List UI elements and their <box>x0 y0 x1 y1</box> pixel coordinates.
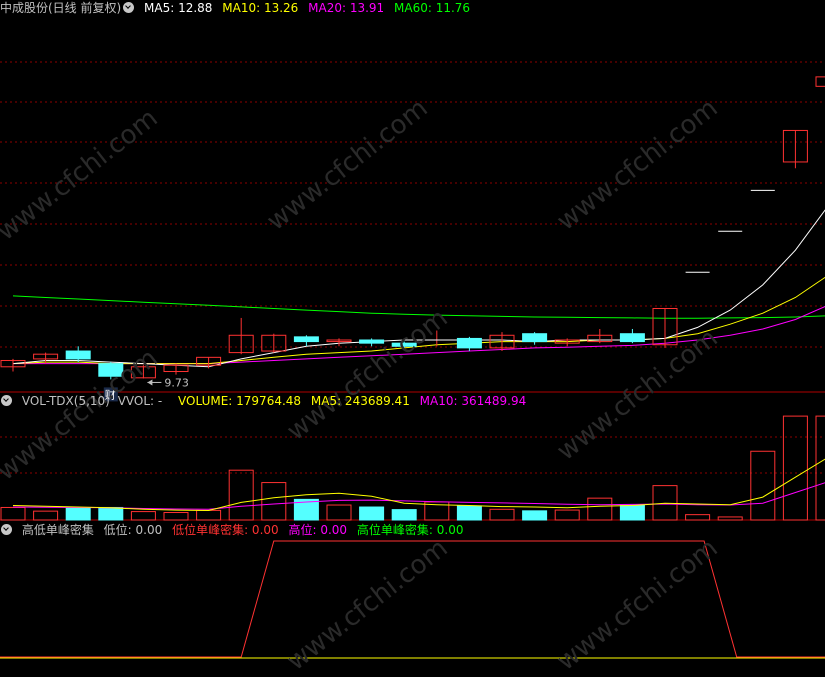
candle-body <box>293 336 319 343</box>
vol-indicator-name: VOL-TDX(5,10) <box>21 394 110 408</box>
low-label: 低位: 0.00 <box>103 523 163 537</box>
volume-bar <box>65 507 91 521</box>
vol-ma10-label: MA10: 361489.94 <box>419 394 527 408</box>
ma20-line <box>13 306 825 365</box>
dropdown-icon[interactable] <box>1 395 12 406</box>
volume-bar <box>196 509 222 521</box>
candle-body <box>98 363 124 377</box>
ma60-label: MA60: 11.76 <box>394 1 471 15</box>
candle <box>228 317 254 355</box>
ma5-label: MA5: 12.88 <box>144 1 213 15</box>
low-arrow-head <box>147 379 153 386</box>
indicator-header: 高低单峰密集 低位: 0.00 低位单峰密集: 0.00 高位: 0.00 高位… <box>0 522 469 538</box>
volume-bar <box>261 482 287 521</box>
volume-bar <box>782 415 808 521</box>
candle-body <box>815 76 825 87</box>
high-peak-label: 高位单峰密集: 0.00 <box>356 523 464 537</box>
volume-bar <box>391 509 417 521</box>
ma10-line <box>12 276 825 365</box>
indicator-line <box>0 540 825 658</box>
volume-bar <box>522 510 548 521</box>
low-price-label: 9.73 <box>164 376 189 389</box>
indicator-layer <box>0 540 825 659</box>
volume-bar <box>587 497 613 521</box>
volume-bar <box>717 516 743 521</box>
ma20-label: MA20: 13.91 <box>308 1 385 15</box>
vol_ma10-line <box>12 482 825 510</box>
candle-body <box>359 339 385 344</box>
candle <box>0 358 26 372</box>
candle <box>130 365 156 379</box>
volume-bar <box>0 506 26 521</box>
candle <box>359 338 385 347</box>
volume-bar <box>456 505 482 521</box>
candle <box>163 363 189 375</box>
volume-bar <box>619 504 645 521</box>
candle <box>554 338 580 347</box>
volume-bar <box>130 511 156 521</box>
volume-bar <box>685 514 711 521</box>
volume-bar <box>228 469 254 521</box>
volume-bar <box>98 506 124 521</box>
main-chart-header: 中成股份(日线 前复权) MA5: 12.88 MA10: 13.26 MA20… <box>0 0 476 16</box>
volume-bar <box>326 504 352 521</box>
volume-bar <box>33 510 59 521</box>
ma5-line <box>12 209 825 368</box>
dropdown-icon[interactable] <box>1 524 12 535</box>
volume-bar <box>815 415 825 521</box>
volume-header: VOL-TDX(5,10) VVOL: - VOLUME: 179764.48 … <box>0 393 532 409</box>
volume-bar <box>359 506 385 521</box>
ma10-label: MA10: 13.26 <box>222 1 299 15</box>
volume-ma-lines <box>12 458 825 512</box>
vol_ma5-line <box>12 458 825 512</box>
candle-body <box>391 342 417 347</box>
candle-body <box>522 333 548 343</box>
candle <box>587 328 613 344</box>
price-ma-lines <box>12 209 825 368</box>
volume-bar <box>489 508 515 521</box>
candle <box>522 332 548 345</box>
indicator-name: 高低单峰密集 <box>21 523 94 537</box>
volume-bar <box>554 509 580 521</box>
candle <box>782 129 808 169</box>
candlesticks <box>0 76 825 380</box>
candle <box>293 335 319 347</box>
candle <box>815 76 825 87</box>
low-peak-label: 低位单峰密集: 0.00 <box>172 523 279 537</box>
candle <box>619 328 645 344</box>
volume-bar <box>750 450 776 521</box>
volume-label: VOLUME: 179764.48 <box>178 394 302 408</box>
candle <box>65 346 91 363</box>
candle-body <box>619 333 645 343</box>
dropdown-icon[interactable] <box>123 2 135 13</box>
candle <box>98 362 124 380</box>
vvol-label: VVOL: - <box>117 394 163 408</box>
high-label: 高位: 0.00 <box>288 523 348 537</box>
candle-body <box>456 337 482 349</box>
stock-title: 中成股份(日线 前复权) <box>0 1 122 15</box>
candle <box>261 333 287 353</box>
candle-body <box>65 350 91 360</box>
volume-bar <box>163 512 189 521</box>
chart-canvas: 9.73财 <box>0 61 825 659</box>
grid-lines <box>0 61 825 521</box>
vol-ma5-label: MA5: 243689.41 <box>310 394 410 408</box>
ma60-line <box>12 295 825 319</box>
candle <box>456 336 482 352</box>
